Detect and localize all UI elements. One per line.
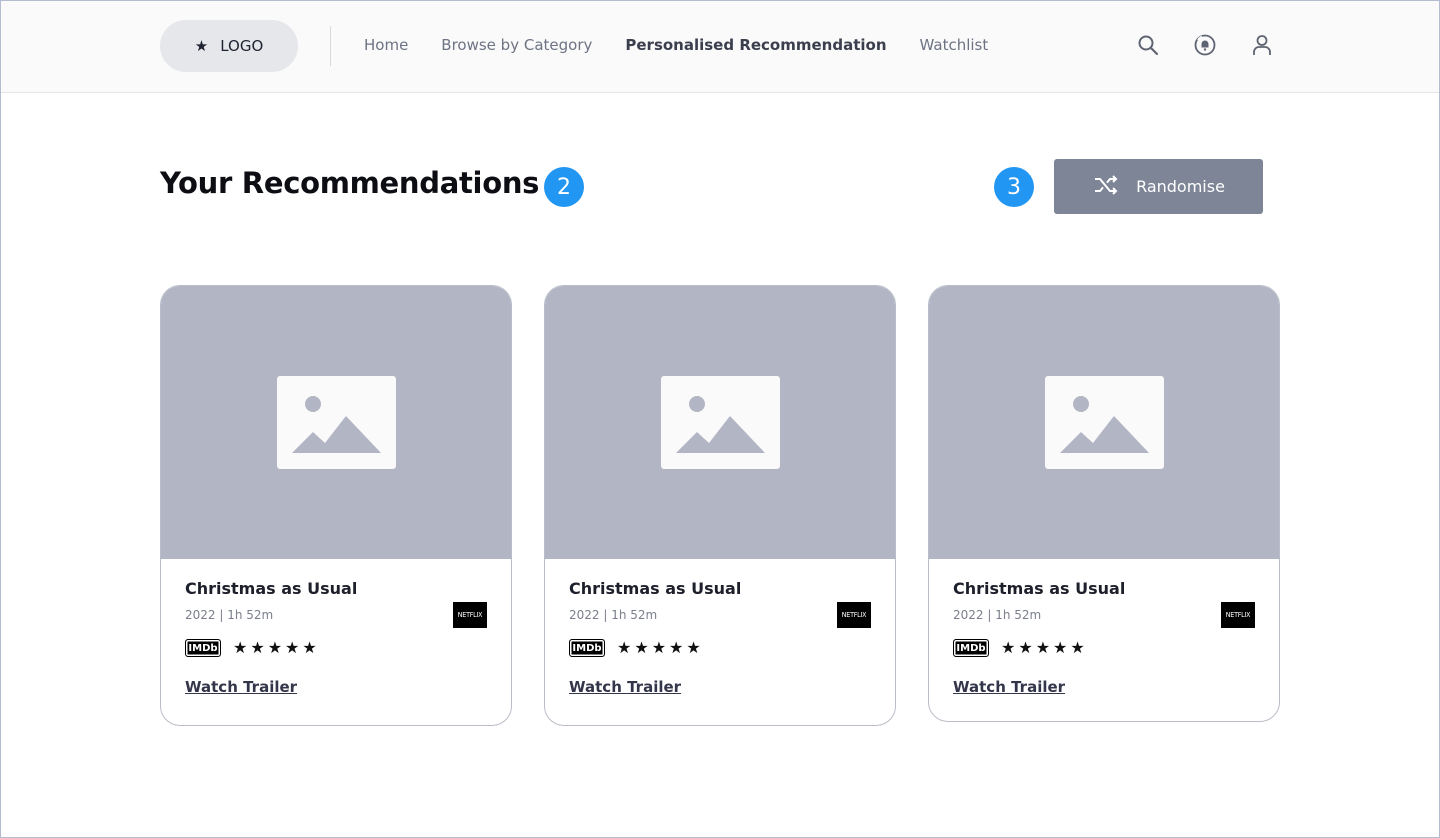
netflix-logo: NETFLIX xyxy=(453,602,487,628)
movie-meta: 2022 | 1h 52m xyxy=(185,608,274,622)
movie-meta: 2022 | 1h 52m xyxy=(569,608,658,622)
star-rating: ★★★★★ xyxy=(233,638,320,657)
image-placeholder-icon xyxy=(1045,376,1164,469)
movie-meta: 2022 | 1h 52m xyxy=(953,608,1042,622)
header-actions xyxy=(1136,33,1274,57)
watch-trailer-link[interactable]: Watch Trailer xyxy=(569,678,681,696)
movie-card[interactable]: Christmas as Usual 2022 | 1h 52m NETFLIX… xyxy=(544,285,896,726)
nav-home[interactable]: Home xyxy=(364,36,408,56)
nav-watchlist[interactable]: Watchlist xyxy=(920,36,989,56)
bell-icon[interactable] xyxy=(1193,33,1217,57)
page-title: Your Recommendations xyxy=(160,166,540,200)
randomise-button[interactable]: Randomise xyxy=(1054,159,1263,214)
movie-title: Christmas as Usual xyxy=(185,579,358,598)
main-nav: Home Browse by Category Personalised Rec… xyxy=(364,36,988,56)
nav-divider xyxy=(330,26,331,66)
imdb-badge: IMDb xyxy=(185,639,221,657)
movie-thumbnail xyxy=(929,286,1279,559)
top-navbar: ★ LOGO Home Browse by Category Personali… xyxy=(0,0,1440,93)
movie-card[interactable]: Christmas as Usual 2022 | 1h 52m NETFLIX… xyxy=(160,285,512,726)
randomise-label: Randomise xyxy=(1136,177,1225,196)
star-rating: ★★★★★ xyxy=(617,638,704,657)
movie-title: Christmas as Usual xyxy=(569,579,742,598)
step-badge-randomise: 3 xyxy=(994,167,1034,207)
search-icon[interactable] xyxy=(1136,33,1160,57)
imdb-badge: IMDb xyxy=(569,639,605,657)
movie-thumbnail xyxy=(545,286,895,559)
movie-thumbnail xyxy=(161,286,511,559)
step-badge-title: 2 xyxy=(544,167,584,207)
movie-card[interactable]: Christmas as Usual 2022 | 1h 52m NETFLIX… xyxy=(928,285,1280,722)
image-placeholder-icon xyxy=(661,376,780,469)
shuffle-icon xyxy=(1092,171,1120,203)
star-icon: ★ xyxy=(194,37,209,55)
imdb-badge: IMDb xyxy=(953,639,989,657)
star-rating: ★★★★★ xyxy=(1001,638,1088,657)
movie-title: Christmas as Usual xyxy=(953,579,1126,598)
watch-trailer-link[interactable]: Watch Trailer xyxy=(185,678,297,696)
user-icon[interactable] xyxy=(1250,33,1274,57)
nav-personalised-recommendation[interactable]: Personalised Recommendation xyxy=(625,36,886,56)
watch-trailer-link[interactable]: Watch Trailer xyxy=(953,678,1065,696)
image-placeholder-icon xyxy=(277,376,396,469)
netflix-logo: NETFLIX xyxy=(837,602,871,628)
nav-browse-by-category[interactable]: Browse by Category xyxy=(441,36,592,56)
netflix-logo: NETFLIX xyxy=(1221,602,1255,628)
logo[interactable]: ★ LOGO xyxy=(160,20,298,72)
logo-label: LOGO xyxy=(220,37,264,55)
